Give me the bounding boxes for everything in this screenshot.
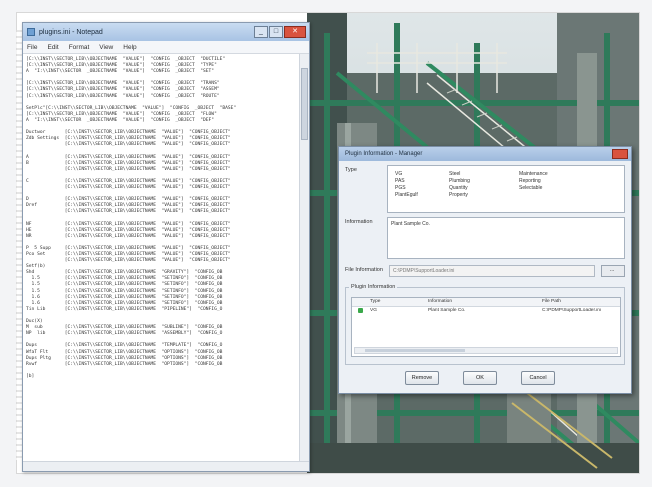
row-file-path: C:\PDMP\SupportLoader.ini — [542, 308, 601, 313]
information-label: Information — [345, 219, 373, 225]
cancel-button[interactable]: Cancel — [521, 371, 555, 385]
type-option[interactable]: VG — [395, 171, 402, 177]
type-option[interactable]: Reporting — [519, 178, 541, 184]
scroll-thumb[interactable] — [301, 68, 308, 140]
ok-button[interactable]: OK — [463, 371, 497, 385]
type-option[interactable]: Plumbing — [449, 178, 470, 184]
screenshot-canvas: plugins.ini - Notepad _ □ ✕ File Edit Fo… — [0, 0, 652, 487]
dialog-close-button[interactable] — [612, 149, 628, 159]
minimize-button[interactable]: _ — [254, 25, 268, 38]
type-option[interactable]: PlantEgulf — [395, 192, 418, 198]
file-information-label: File Information — [345, 267, 383, 273]
col-file-path[interactable]: File Path — [542, 299, 561, 304]
text-line: [b] — [26, 373, 35, 379]
file-path-value: C:\PDMP\SupportLoader.ini — [393, 268, 455, 274]
information-value: Plant Sample Co. — [391, 221, 430, 227]
plugin-table[interactable]: Type Information File Path VG Plant Samp… — [351, 297, 621, 357]
row-type: VG — [370, 308, 377, 313]
close-button[interactable]: ✕ — [284, 25, 306, 38]
type-option[interactable]: PAS — [395, 178, 405, 184]
menu-format[interactable]: Format — [69, 44, 90, 51]
check-icon — [358, 308, 363, 313]
dialog-titlebar[interactable]: Plugin Information - Manager — [339, 147, 631, 161]
type-option[interactable]: Steel — [449, 171, 460, 177]
browse-label: ... — [610, 267, 615, 273]
type-grid: VG Steel Maintenance PAS Plumbing Reporting PG… — [389, 167, 625, 213]
row-information: Plant Sample Co. — [428, 308, 466, 313]
notepad-window[interactable]: plugins.ini - Notepad _ □ ✕ File Edit Fo… — [22, 22, 310, 472]
type-option[interactable]: Property — [449, 192, 468, 198]
table-row[interactable]: VG Plant Sample Co. C:\PDMP\SupportLoade… — [352, 307, 620, 315]
menu-help[interactable]: Help — [123, 44, 136, 51]
notepad-menubar: File Edit Format View Help — [23, 41, 309, 54]
table-scroll-thumb[interactable] — [365, 349, 465, 352]
table-horizontal-scrollbar[interactable] — [354, 347, 618, 354]
dialog-title: Plugin Information - Manager — [345, 151, 423, 157]
maximize-button[interactable]: □ — [269, 25, 283, 38]
type-option[interactable]: Maintenance — [519, 171, 548, 177]
notepad-title: plugins.ini - Notepad — [39, 28, 103, 36]
window-controls: _ □ ✕ — [253, 25, 306, 39]
menu-edit[interactable]: Edit — [47, 44, 58, 51]
remove-button[interactable]: Remove — [405, 371, 439, 385]
type-option[interactable]: Quantity — [449, 185, 468, 191]
type-label: Type — [345, 167, 357, 173]
menu-file[interactable]: File — [27, 44, 37, 51]
notepad-icon — [27, 28, 35, 36]
menu-view[interactable]: View — [99, 44, 113, 51]
plugin-dialog[interactable]: Plugin Information - Manager Type VG Stee… — [338, 146, 632, 394]
information-textbox[interactable]: Plant Sample Co. — [387, 217, 625, 259]
notepad-vertical-scrollbar[interactable] — [299, 54, 309, 461]
type-option[interactable]: PGS — [395, 185, 406, 191]
notepad-text-area[interactable]: [C:\\INST\\SECTOR_LIB\\OBJECTNAME "VALUE… — [23, 54, 299, 461]
browse-button[interactable]: ... — [601, 265, 625, 277]
col-information[interactable]: Information — [428, 299, 452, 304]
notepad-horizontal-scrollbar[interactable] — [23, 461, 309, 471]
group-label: Plugin Information — [349, 284, 398, 290]
file-path-input[interactable]: C:\PDMP\SupportLoader.ini — [389, 265, 595, 277]
table-header: Type Information File Path — [352, 298, 620, 307]
col-type[interactable]: Type — [370, 299, 380, 304]
notepad-titlebar[interactable]: plugins.ini - Notepad _ □ ✕ — [23, 23, 309, 41]
type-option[interactable]: Selectable — [519, 185, 542, 191]
